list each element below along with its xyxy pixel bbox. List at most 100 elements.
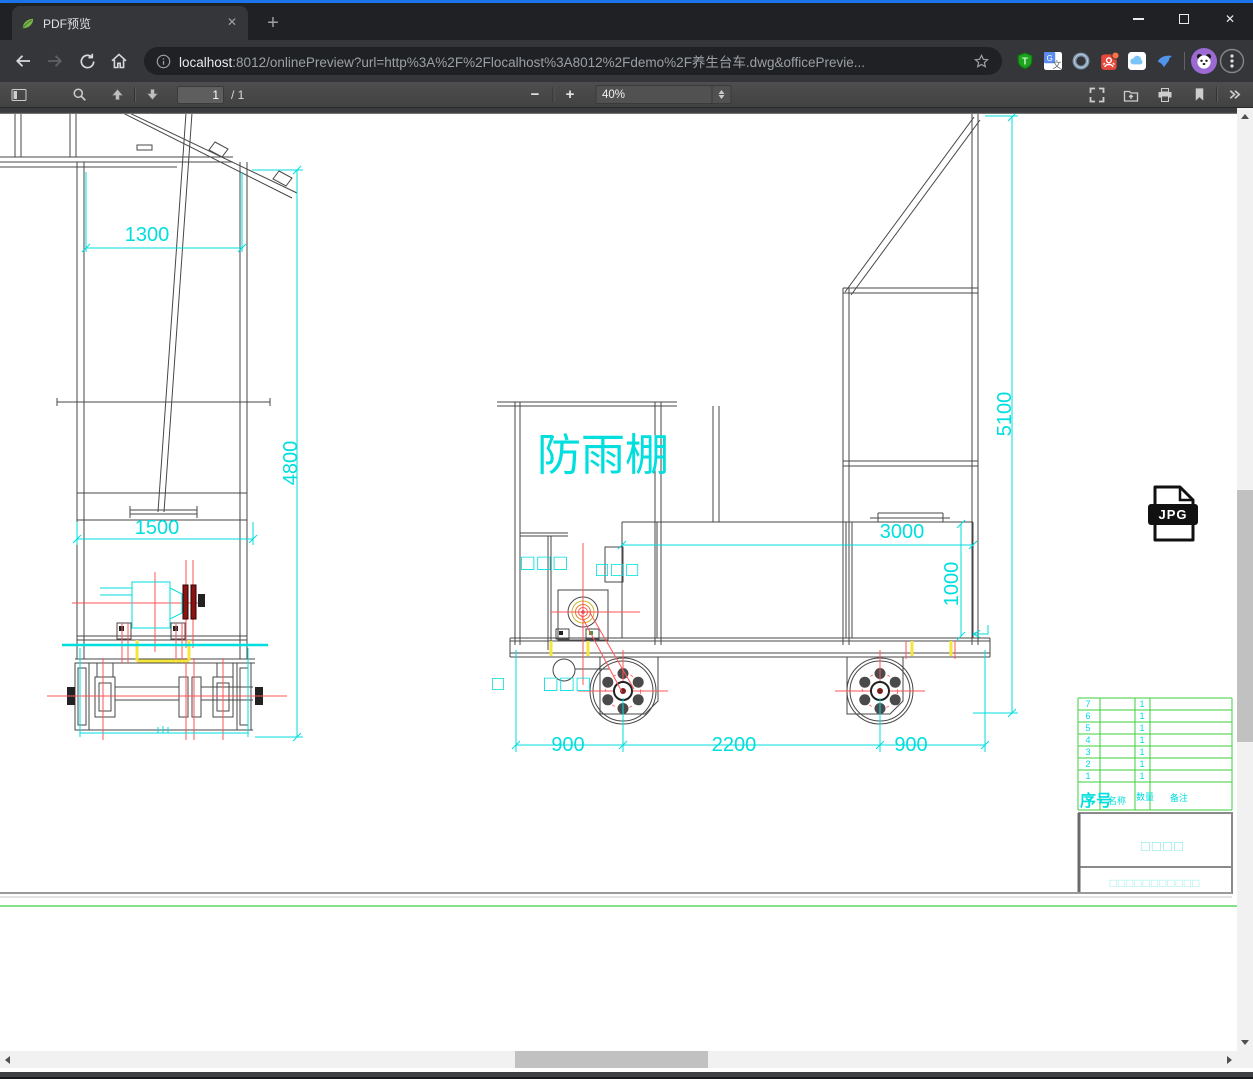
print-button[interactable]	[1152, 84, 1178, 106]
dim-front-width: 1300	[125, 224, 170, 246]
home-button[interactable]	[104, 46, 134, 76]
translate-extension-icon[interactable]: G文	[1040, 48, 1066, 74]
cad-tag-a: □□□	[521, 550, 570, 575]
dim-wheel-left-offset: 900	[551, 734, 584, 756]
part-row-no: 3	[1085, 747, 1090, 757]
scroll-left-arrow-icon[interactable]	[5, 1056, 10, 1064]
scroll-up-arrow-icon[interactable]	[1241, 114, 1249, 119]
col-header-remark: 备注	[1170, 792, 1188, 803]
red-extension-icon-with-badge[interactable]	[1096, 48, 1122, 74]
scrollbar-corner	[1237, 1051, 1253, 1068]
browser-tab[interactable]: PDF预览 ✕	[12, 6, 248, 40]
ring-extension-icon[interactable]	[1068, 48, 1094, 74]
dim-wheel-right-offset: 900	[894, 734, 927, 756]
part-row-no: 1	[1085, 771, 1090, 781]
title-block-main-title: □□□□	[1141, 838, 1185, 855]
col-header-qty: 数量	[1136, 791, 1154, 802]
part-row-no: 4	[1085, 735, 1090, 745]
part-row-no: 7	[1085, 699, 1090, 709]
browser-window: PDF预览 ✕ + ✕ localhost:8012/onlinePreview…	[0, 0, 1253, 1079]
cad-drawing: 1300 1500 4800 3000 1000 5100 900 2200 9…	[0, 108, 1237, 907]
toolbar-separator	[134, 87, 135, 102]
dim-front-height: 4800	[280, 441, 302, 486]
presentation-mode-button[interactable]	[1084, 84, 1110, 106]
back-button[interactable]	[8, 46, 38, 76]
search-button[interactable]	[66, 84, 92, 106]
zoom-select[interactable]: 40%	[595, 85, 731, 104]
horizontal-scrollbar-thumb[interactable]	[515, 1051, 708, 1068]
open-file-button[interactable]	[1118, 84, 1144, 106]
reload-button[interactable]	[72, 46, 102, 76]
part-row-qty: 1	[1139, 711, 1144, 721]
navigation-bar: localhost:8012/onlinePreview?url=http%3A…	[0, 40, 1253, 82]
part-row-qty: 1	[1139, 771, 1144, 781]
part-row-qty: 1	[1139, 759, 1144, 769]
front-view: 1300 1500 4800	[0, 108, 303, 742]
bookmark-star-icon[interactable]	[973, 53, 990, 70]
part-row-no: 5	[1085, 723, 1090, 733]
window-maximize-button[interactable]	[1161, 3, 1207, 35]
window-close-button[interactable]: ✕	[1207, 3, 1253, 35]
scroll-down-arrow-icon[interactable]	[1241, 1040, 1249, 1045]
col-header-name: 名称	[1108, 795, 1126, 806]
rain-shelter-label: 防雨棚	[537, 431, 669, 480]
sidebar-toggle-button[interactable]	[6, 84, 32, 106]
toolbar-separator	[552, 87, 553, 102]
bookmark-view-button[interactable]	[1186, 84, 1212, 106]
toolbar-shadow	[0, 108, 1237, 114]
zoom-select-spinner-icon	[711, 86, 724, 103]
profile-avatar[interactable]	[1191, 48, 1217, 74]
dim-tank-length: 3000	[880, 521, 925, 543]
page-up-button[interactable]	[104, 84, 130, 106]
horizontal-scrollbar[interactable]	[0, 1051, 1237, 1068]
site-info-icon[interactable]	[156, 54, 171, 69]
part-row-no: 2	[1085, 759, 1090, 769]
pdf-toolbar: / 1 − + 40%	[0, 82, 1253, 108]
forward-button[interactable]	[40, 46, 70, 76]
url-host: localhost	[179, 55, 233, 70]
cad-tag-b: □□□	[596, 559, 641, 581]
window-bottom-edge	[0, 1072, 1253, 1079]
title-block-sub-title: □□□□□□□□□□□	[1110, 876, 1201, 890]
scroll-right-arrow-icon[interactable]	[1227, 1056, 1232, 1064]
spring-leaf-icon	[20, 16, 35, 31]
dim-wheel-base: 2200	[712, 734, 757, 756]
title-block: 7 1 6 1 5 1 4 1 3 1 2 1 1 1 序号 名称 数量 备注	[1077, 697, 1233, 894]
part-row-qty: 1	[1139, 747, 1144, 757]
url-path: :8012/onlinePreview?url=http%3A%2F%2Floc…	[232, 55, 865, 70]
url-text: localhost:8012/onlinePreview?url=http%3A…	[179, 51, 965, 71]
bird-extension-icon[interactable]	[1152, 48, 1178, 74]
part-row-qty: 1	[1139, 723, 1144, 733]
part-row-qty: 1	[1139, 735, 1144, 745]
svg-text:T: T	[1022, 56, 1029, 67]
zoom-in-button[interactable]: +	[557, 84, 583, 106]
side-view: 3000 1000 5100 900 2200 900 防雨棚 □□□ □□□ …	[492, 112, 1018, 756]
cad-tag-c: □□□	[544, 671, 593, 696]
tab-close-button[interactable]: ✕	[224, 15, 240, 31]
toolbar-separator	[1184, 52, 1185, 70]
zoom-out-button[interactable]: −	[522, 84, 548, 106]
part-row-qty: 1	[1139, 699, 1144, 709]
part-row-no: 6	[1085, 711, 1090, 721]
address-bar[interactable]: localhost:8012/onlinePreview?url=http%3A…	[144, 47, 1002, 75]
jpg-file-icon: JPG	[1148, 485, 1198, 542]
jpg-badge-label: JPG	[1158, 507, 1187, 522]
cloud-extension-icon[interactable]	[1124, 48, 1150, 74]
dim-front-body-width: 1500	[135, 517, 180, 539]
cad-tag-d: □	[492, 673, 507, 695]
page-count-label: / 1	[231, 87, 245, 102]
window-controls: ✕	[1115, 3, 1253, 35]
shield-extension-icon[interactable]: T	[1012, 48, 1038, 74]
window-minimize-button[interactable]	[1115, 3, 1161, 35]
zoom-value: 40%	[602, 88, 626, 101]
page-down-button[interactable]	[139, 84, 165, 106]
browser-menu-button[interactable]	[1219, 48, 1245, 74]
tab-title: PDF预览	[43, 16, 92, 31]
more-tools-button[interactable]	[1221, 84, 1247, 106]
vertical-scrollbar-thumb[interactable]	[1237, 490, 1253, 742]
toolbar-separator	[1216, 87, 1217, 102]
vertical-scrollbar[interactable]	[1237, 108, 1253, 1051]
page-number-input[interactable]	[177, 85, 224, 104]
tab-bar: PDF预览 ✕ + ✕	[0, 3, 1253, 40]
new-tab-button[interactable]: +	[260, 11, 286, 37]
